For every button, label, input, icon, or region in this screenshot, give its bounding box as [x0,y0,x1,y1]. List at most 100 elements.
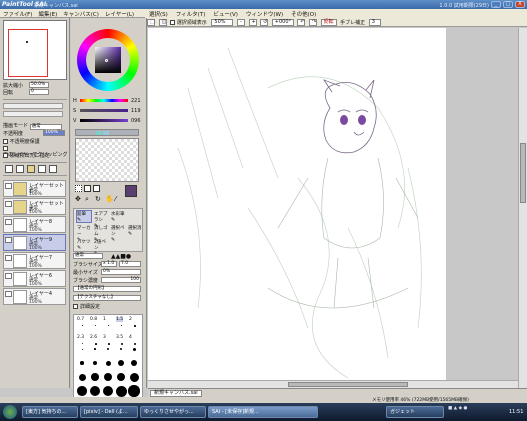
brush-size-field[interactable]: 7.0 [119,261,141,267]
brush-size-dot[interactable] [105,360,111,366]
canvas-area[interactable] [148,28,518,388]
brush-size-preset[interactable]: 1.5 [116,317,124,322]
visibility-icon[interactable] [5,183,12,189]
brush-size-dot[interactable] [108,325,110,327]
tool-button[interactable]: 2値ペン✎ [93,238,109,257]
new-layer-button[interactable] [5,165,13,173]
system-tray[interactable]: ■ ▲ ◆ ● [448,406,506,418]
brush-size-dot[interactable] [132,347,136,351]
zoom-in-button[interactable]: + [248,19,257,26]
show-selection-checkbox[interactable] [170,20,176,25]
brush-size-dot[interactable] [107,348,109,350]
brush-size-preset[interactable]: 2 [129,317,132,322]
magic-wand-icon[interactable] [93,185,100,192]
new-linework-layer-button[interactable] [16,165,24,173]
layer-item[interactable]: レイヤーセット2 通常 100% [3,198,66,215]
canvas-paper[interactable] [148,28,446,388]
visibility-icon[interactable] [5,237,12,243]
hue-slider[interactable] [80,99,128,102]
menu-view[interactable]: ビュー(V) [209,9,242,19]
brush-size-presets[interactable]: 0.7 0.8 1 1.5 2 2.3 2.6 3 3.5 4 [73,314,143,402]
tool-button[interactable]: 選択消 ✎ [127,224,143,237]
brush-size-multiplier[interactable]: x 1.0 [101,261,117,267]
navigator-viewport[interactable] [8,29,48,77]
taskbar-task[interactable]: [pixiv] - Dell (よ... [80,406,138,418]
density-field[interactable]: 100 [101,277,141,283]
layer-item[interactable]: レイヤー9 通常 100% [3,234,66,251]
brush-size-dot[interactable] [102,385,114,397]
brush-size-dot[interactable] [134,325,136,327]
visibility-icon[interactable] [5,273,12,279]
brush-size-dot[interactable] [129,372,139,382]
brush-size-dot[interactable] [93,361,97,365]
close-button[interactable]: X [515,1,525,8]
brush-size-dot[interactable] [115,385,127,397]
brush-size-dot[interactable] [104,373,112,381]
menu-filter[interactable]: フィルタ(T) [172,9,210,19]
brush-size-dot[interactable] [128,385,140,397]
brush-size-dot[interactable] [77,386,87,396]
lasso-icon[interactable] [84,185,91,192]
selection-source-checkbox[interactable] [3,153,8,158]
visibility-icon[interactable] [5,201,12,207]
taskbar-task[interactable]: ガジェット [386,406,444,418]
brush-size-dot[interactable] [134,343,137,346]
menu-other[interactable]: その他(O) [287,9,320,19]
reset-zoom-button[interactable]: ↺ [260,19,269,26]
scratch-pad[interactable] [75,138,139,182]
brush-size-dot[interactable] [118,360,124,366]
layer-item[interactable]: レイヤー4 通常 100% [3,288,66,305]
zoom-field[interactable]: 50% [211,19,234,26]
layer-item[interactable]: レイヤー7 通常 100% [3,252,66,269]
saturation-value-square[interactable] [95,47,121,73]
tool-button[interactable]: バケツ ✎ [76,238,92,251]
brush-size-dot[interactable] [95,343,97,345]
brush-size-preset[interactable]: 2.6 [90,335,97,340]
brush-blend-select[interactable]: 通常 [73,253,103,259]
value-slider[interactable] [80,119,128,122]
brush-size-dot[interactable] [119,347,123,351]
brush-shape-icons[interactable]: ▲▲■● [111,253,131,260]
menu-select[interactable]: 選択(S) [145,9,172,19]
brush-shape-select[interactable]: 【通常の円形】 [73,286,141,292]
brush-size-dot[interactable] [108,343,110,345]
brush-size-dot[interactable] [116,372,126,382]
navigator-angle-field[interactable]: 0 [29,89,49,95]
deselect-icon[interactable]: ⬚ [147,19,155,26]
tool-button[interactable]: 鉛筆 ✎ [76,210,92,223]
brush-size-preset[interactable]: 0.8 [90,317,97,322]
visibility-icon[interactable] [5,291,12,297]
tool-button[interactable]: 水彩筆 ✎ [110,210,126,223]
brush-texture-select[interactable]: 【テクスチャなし】 [73,295,141,301]
current-color-swatch[interactable] [125,185,137,197]
swatch-row[interactable] [75,129,139,136]
delete-layer-button[interactable] [49,165,57,173]
tool-button[interactable]: エアブラシ ✎ [93,210,109,229]
rotate-icon[interactable]: ↻ [95,195,101,203]
horizontal-scrollbar[interactable] [148,380,518,388]
horizontal-scroll-thumb[interactable] [288,382,408,387]
layer-item[interactable]: レイヤー8 通常 100% [3,216,66,233]
taskbar-task[interactable]: ゆっくりさせやがっ... [140,406,206,418]
menu-window[interactable]: ウィンドウ(W) [242,9,287,19]
new-folder-button[interactable] [27,165,35,173]
taskbar-task[interactable]: [東方] 気持ちの... [22,406,78,418]
saturation-slider[interactable] [80,109,128,112]
tool-button[interactable]: 選択ペン ✎ [110,224,126,243]
brush-size-dot[interactable] [121,343,123,345]
canvas-tab[interactable]: 新規キャンバス.sai [150,390,202,397]
brush-size-dot[interactable] [130,359,138,367]
taskbar-task[interactable]: SAI - [未保存]新規... [208,406,318,418]
color-wheel[interactable] [77,29,139,91]
rotate-left-button[interactable]: ↶ [297,19,306,26]
rotate-right-button[interactable]: ↷ [308,19,317,26]
navigator-zoom-field[interactable]: 50.0% [29,82,49,88]
zoom-icon[interactable]: ⌕ [85,195,89,204]
vertical-scrollbar[interactable] [518,28,527,388]
brush-size-dot[interactable] [94,348,96,350]
navigator-preview[interactable] [3,20,67,80]
brush-size-dot[interactable] [121,325,123,327]
brush-size-preset[interactable]: 1 [103,317,106,322]
visibility-icon[interactable] [5,219,12,225]
maximize-button[interactable]: □ [503,1,513,8]
